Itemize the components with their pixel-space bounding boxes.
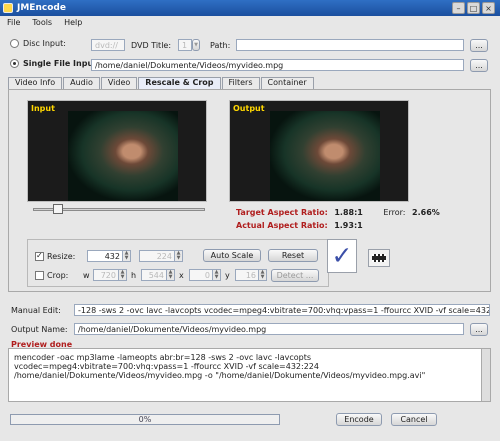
path-field[interactable] — [236, 39, 464, 51]
crop-y-spinner[interactable]: 16 ▲ ▼ — [235, 269, 267, 281]
film-preview-icon[interactable] — [368, 249, 390, 267]
resize-checkbox[interactable] — [35, 251, 44, 261]
single-input-row: Single File Input: — [10, 59, 100, 68]
manual-edit-field[interactable]: -128 -sws 2 -ovc lavc -lavcopts vcodec=m… — [74, 304, 490, 316]
resize-width-field[interactable]: 432 — [87, 250, 123, 262]
disc-input-field[interactable]: dvd:// — [91, 39, 125, 51]
crop-checkbox[interactable] — [35, 271, 44, 280]
app-window: JMEncode – □ × File Tools Help Disc Inpu… — [0, 0, 500, 441]
actual-aspect-value: 1.93:1 — [334, 221, 363, 230]
close-icon[interactable]: × — [482, 2, 495, 14]
command-output-text: mencoder -oac mp3lame -lameopts abr:br=1… — [14, 353, 426, 380]
resize-height-field[interactable]: 224 — [139, 250, 175, 262]
target-aspect-row: Target Aspect Ratio: 1.88:1 Error: 2.66% — [236, 208, 440, 217]
error-label: Error: — [383, 208, 406, 217]
auto-scale-button[interactable]: Auto Scale — [203, 249, 261, 262]
crop-x-field[interactable]: 0 — [189, 269, 213, 281]
output-preview: Output — [229, 100, 409, 202]
path-browse-button[interactable]: ... — [470, 39, 488, 52]
apply-check-icon[interactable]: ✓ — [327, 239, 357, 273]
crop-w-spinner[interactable]: 720 ▲ ▼ — [93, 269, 127, 281]
title-bar[interactable]: JMEncode – □ × — [0, 0, 500, 16]
output-preview-image — [270, 111, 380, 201]
dvd-title-dropdown-icon[interactable]: ▼ — [192, 39, 200, 51]
resize-row: Resize: — [35, 251, 76, 261]
manual-edit-label: Manual Edit: — [11, 306, 61, 315]
crop-y-field[interactable]: 16 — [235, 269, 259, 281]
single-input-radio[interactable] — [10, 59, 19, 68]
single-input-label: Single File Input: — [23, 59, 101, 68]
tab-bar: Video Info Audio Video Rescale & Crop Fi… — [8, 77, 315, 89]
crop-w-field[interactable]: 720 — [93, 269, 119, 281]
error-value: 2.66% — [412, 208, 440, 217]
minimize-icon[interactable]: – — [452, 2, 465, 14]
tab-container[interactable]: Container — [260, 77, 314, 89]
input-preview-image — [68, 111, 178, 201]
output-name-field[interactable]: /home/daniel/Dokumente/Videos/myvideo.mp… — [74, 323, 464, 335]
crop-h-spinner[interactable]: 544 ▲ ▼ — [141, 269, 175, 281]
output-scrollbar[interactable] — [481, 349, 490, 401]
crop-w-label: w — [83, 271, 90, 280]
output-browse-button[interactable]: ... — [470, 323, 488, 336]
detect-button[interactable]: Detect ... — [271, 269, 319, 282]
reset-button[interactable]: Reset — [268, 249, 318, 262]
menu-file[interactable]: File — [7, 18, 20, 27]
app-icon — [3, 3, 13, 13]
crop-label: Crop: — [47, 271, 69, 280]
crop-row: Crop: — [35, 271, 68, 280]
crop-w-arrows-icon[interactable]: ▲ ▼ — [119, 269, 127, 281]
preview-slider-handle[interactable] — [53, 204, 63, 214]
disc-input-row: Disc Input: — [10, 39, 66, 48]
encode-button[interactable]: Encode — [336, 413, 382, 426]
tab-video-info[interactable]: Video Info — [8, 77, 63, 89]
single-input-field[interactable]: /home/daniel/Dokumente/Videos/myvideo.mp… — [91, 59, 464, 71]
crop-y-label: y — [225, 271, 230, 280]
input-preview-label: Input — [31, 104, 55, 113]
crop-x-arrows-icon[interactable]: ▲ ▼ — [213, 269, 221, 281]
menu-tools[interactable]: Tools — [32, 18, 52, 27]
progress-text: 0% — [138, 415, 152, 424]
window-title: JMEncode — [17, 3, 66, 13]
actual-aspect-row: Actual Aspect Ratio: 1.93:1 — [236, 221, 363, 230]
cancel-button[interactable]: Cancel — [391, 413, 437, 426]
progress-bar: 0% — [10, 414, 280, 425]
input-preview: Input — [27, 100, 207, 202]
crop-h-arrows-icon[interactable]: ▲ ▼ — [167, 269, 175, 281]
rescale-crop-panel: Input Output Target Aspect Ratio: 1.88:1… — [8, 89, 491, 292]
actual-aspect-label: Actual Aspect Ratio: — [236, 221, 328, 230]
disc-input-radio[interactable] — [10, 39, 19, 48]
crop-x-spinner[interactable]: 0 ▲ ▼ — [189, 269, 221, 281]
crop-y-arrows-icon[interactable]: ▲ ▼ — [259, 269, 267, 281]
dvd-title-select[interactable]: 1 — [178, 39, 192, 51]
menu-bar: File Tools Help — [0, 16, 500, 29]
output-preview-label: Output — [233, 104, 265, 113]
output-name-label: Output Name: — [11, 325, 68, 334]
tab-rescale-crop[interactable]: Rescale & Crop — [138, 77, 221, 89]
resize-width-spinner[interactable]: 432 ▲ ▼ — [87, 250, 131, 262]
target-aspect-label: Target Aspect Ratio: — [236, 208, 328, 217]
resize-label: Resize: — [47, 252, 76, 261]
path-label: Path: — [210, 41, 231, 50]
crop-h-field[interactable]: 544 — [141, 269, 167, 281]
disc-input-label: Disc Input: — [23, 39, 66, 48]
resize-width-arrows-icon[interactable]: ▲ ▼ — [123, 250, 131, 262]
command-output-area[interactable]: mencoder -oac mp3lame -lameopts abr:br=1… — [8, 348, 491, 402]
single-input-browse-button[interactable]: ... — [470, 59, 488, 72]
tab-video[interactable]: Video — [100, 77, 138, 89]
resize-height-arrows-icon[interactable]: ▲ ▼ — [175, 250, 183, 262]
maximize-icon[interactable]: □ — [467, 2, 480, 14]
tab-audio[interactable]: Audio — [63, 77, 100, 89]
menu-help[interactable]: Help — [64, 18, 82, 27]
target-aspect-value: 1.88:1 — [334, 208, 363, 217]
tab-filters[interactable]: Filters — [221, 77, 260, 89]
crop-h-label: h — [131, 271, 137, 280]
crop-x-label: x — [179, 271, 184, 280]
dvd-title-label: DVD Title: — [131, 41, 172, 50]
resize-height-spinner[interactable]: 224 ▲ ▼ — [139, 250, 183, 262]
